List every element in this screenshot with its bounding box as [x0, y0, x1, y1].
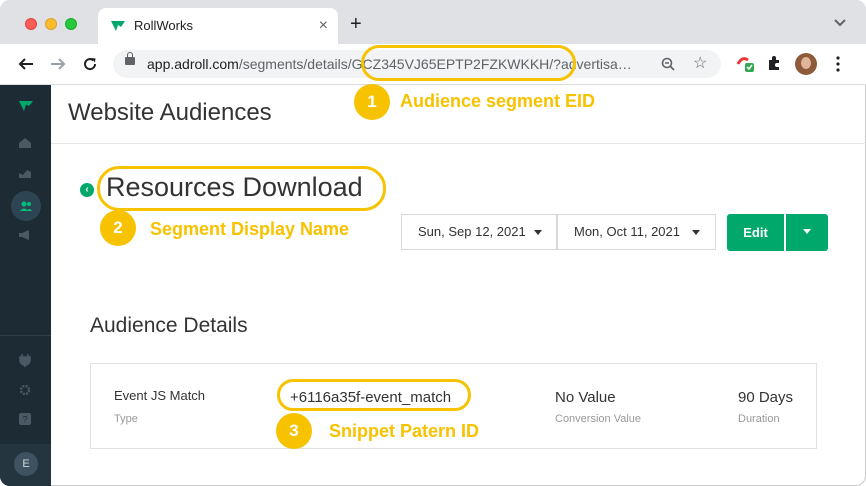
bookmark-star-icon[interactable]: ☆	[693, 53, 707, 73]
close-window-button[interactable]	[25, 18, 37, 30]
home-icon[interactable]	[17, 137, 33, 151]
type-label: Type	[114, 413, 138, 425]
tab-bar: RollWorks × +	[0, 0, 866, 44]
annotation-text-2: Segment Display Name	[150, 219, 350, 239]
minimize-window-button[interactable]	[45, 18, 57, 30]
kebab-menu-icon[interactable]	[836, 56, 840, 72]
browser-window: RollWorks × + app.adroll.com/segments/de…	[0, 0, 866, 486]
lock-icon	[125, 52, 135, 65]
annotation-highlight-eid	[361, 45, 576, 81]
app-sidebar: ? E	[0, 85, 51, 486]
sidebar-user-area: E	[0, 444, 51, 486]
tab-close-icon[interactable]: ×	[319, 16, 328, 36]
annotation-badge-1: 1	[354, 84, 390, 120]
plug-icon[interactable]	[17, 353, 33, 367]
zoom-icon[interactable]	[661, 54, 675, 74]
campaigns-icon[interactable]	[17, 167, 33, 181]
tab-search-chevron-icon[interactable]	[834, 16, 846, 30]
rollworks-favicon-icon	[111, 21, 125, 31]
annotation-highlight-pattern	[277, 379, 471, 411]
page-title: Website Audiences	[68, 99, 272, 126]
caret-down-icon	[803, 229, 811, 234]
rollworks-logo-icon[interactable]	[18, 99, 34, 117]
puzzle-extensions-icon[interactable]	[766, 55, 782, 71]
tab-title: RollWorks	[134, 18, 193, 33]
browser-tab[interactable]: RollWorks ×	[98, 8, 338, 44]
annotation-badge-2: 2	[100, 210, 136, 246]
reload-icon[interactable]	[78, 52, 102, 76]
new-tab-button[interactable]: +	[350, 14, 362, 34]
header-divider	[51, 143, 866, 144]
audiences-nav-active[interactable]	[11, 191, 41, 221]
annotation-text-3: Snippet Patern ID	[329, 421, 480, 441]
profile-avatar[interactable]	[795, 53, 817, 75]
duration-value: 90 Days	[738, 389, 794, 406]
megaphone-icon[interactable]	[17, 229, 33, 243]
conversion-label: Conversion Value	[555, 413, 642, 425]
annotation-highlight-name	[97, 166, 386, 211]
edit-options-dropdown[interactable]	[786, 214, 828, 251]
start-date-text: Sun, Sep 12, 2021	[418, 224, 526, 239]
help-icon[interactable]: ?	[17, 413, 33, 427]
back-arrow-icon[interactable]	[14, 52, 38, 76]
svg-text:?: ?	[22, 415, 27, 425]
forward-arrow-icon[interactable]	[46, 52, 70, 76]
sidebar-divider	[0, 335, 51, 336]
duration-label: Duration	[738, 413, 780, 425]
audience-details-heading: Audience Details	[90, 314, 248, 337]
user-avatar[interactable]: E	[14, 452, 38, 476]
start-date-dropdown[interactable]: Sun, Sep 12, 2021	[401, 214, 557, 250]
annotation-badge-3: 3	[276, 413, 312, 449]
caret-down-icon	[692, 230, 700, 235]
conversion-value: No Value	[555, 389, 616, 406]
annotation-text-1: Audience segment EID	[400, 91, 596, 111]
end-date-dropdown[interactable]: Mon, Oct 11, 2021	[557, 214, 716, 250]
maximize-window-button[interactable]	[65, 18, 77, 30]
extension-badge-icon[interactable]	[736, 54, 754, 72]
end-date-text: Mon, Oct 11, 2021	[574, 224, 680, 239]
caret-down-icon	[534, 230, 542, 235]
type-value: Event JS Match	[114, 388, 206, 403]
edit-button[interactable]: Edit	[727, 214, 784, 251]
back-chevron-icon[interactable]: ‹	[80, 183, 94, 197]
settings-gear-icon[interactable]	[17, 383, 33, 397]
